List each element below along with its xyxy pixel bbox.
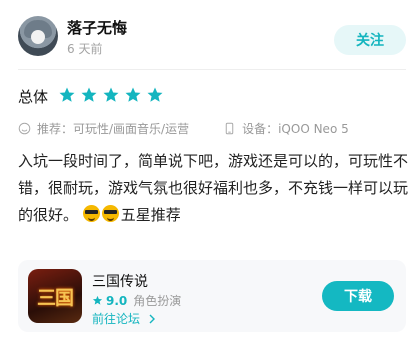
app-genre: 角色扮演 — [133, 294, 182, 308]
forum-link-label: 前往论坛 — [92, 312, 141, 326]
review-meta: 推荐：可玩性/画面音乐/运营 设备：iQOO Neo 5 — [18, 120, 349, 137]
review-text: 入坑一段时间了，简单说下吧，游戏还是可以的，可玩性不错，很耐玩，游戏气氛也很好福… — [18, 152, 409, 224]
review-body[interactable]: 入坑一段时间了，简单说下吧，游戏还是可以的，可玩性不错，很耐玩，游戏气氛也很好福… — [18, 148, 410, 229]
star-icon — [92, 295, 103, 305]
app-icon[interactable]: 三国 — [28, 269, 82, 323]
star-icon — [59, 87, 75, 102]
phone-icon — [225, 122, 234, 135]
cool-face-emoji — [82, 205, 100, 222]
overall-rating-label: 总体 — [18, 88, 49, 106]
review-suffix: 五星推荐 — [120, 206, 181, 224]
smile-icon — [18, 122, 31, 135]
avatar-face — [31, 30, 45, 44]
forum-link[interactable]: 前往论坛 — [92, 310, 156, 327]
divider — [18, 69, 406, 70]
user-avatar[interactable] — [18, 16, 58, 56]
app-rating: 9.0 — [106, 293, 128, 308]
device-info: 设备：iQOO Neo 5 — [242, 122, 349, 136]
username[interactable]: 落子无悔 — [67, 17, 127, 38]
cool-face-emoji — [101, 205, 119, 222]
star-icon — [125, 87, 141, 102]
follow-button[interactable]: 关注 — [334, 25, 406, 55]
chevron-right-icon — [149, 314, 155, 324]
star-rating — [58, 86, 164, 104]
star-icon — [103, 87, 119, 102]
download-button[interactable]: 下载 — [322, 281, 394, 311]
app-card[interactable]: 三国 三国传说 9.0 角色扮演 前往论坛 下载 — [18, 260, 406, 332]
app-name[interactable]: 三国传说 — [92, 271, 148, 291]
star-icon — [81, 87, 97, 102]
post-time: 6 天前 — [67, 42, 103, 56]
recommend-tags: 推荐：可玩性/画面音乐/运营 — [37, 122, 190, 136]
app-icon-text: 三国 — [36, 286, 74, 309]
star-icon — [147, 87, 163, 102]
app-rating-row: 9.0 角色扮演 — [92, 292, 181, 309]
